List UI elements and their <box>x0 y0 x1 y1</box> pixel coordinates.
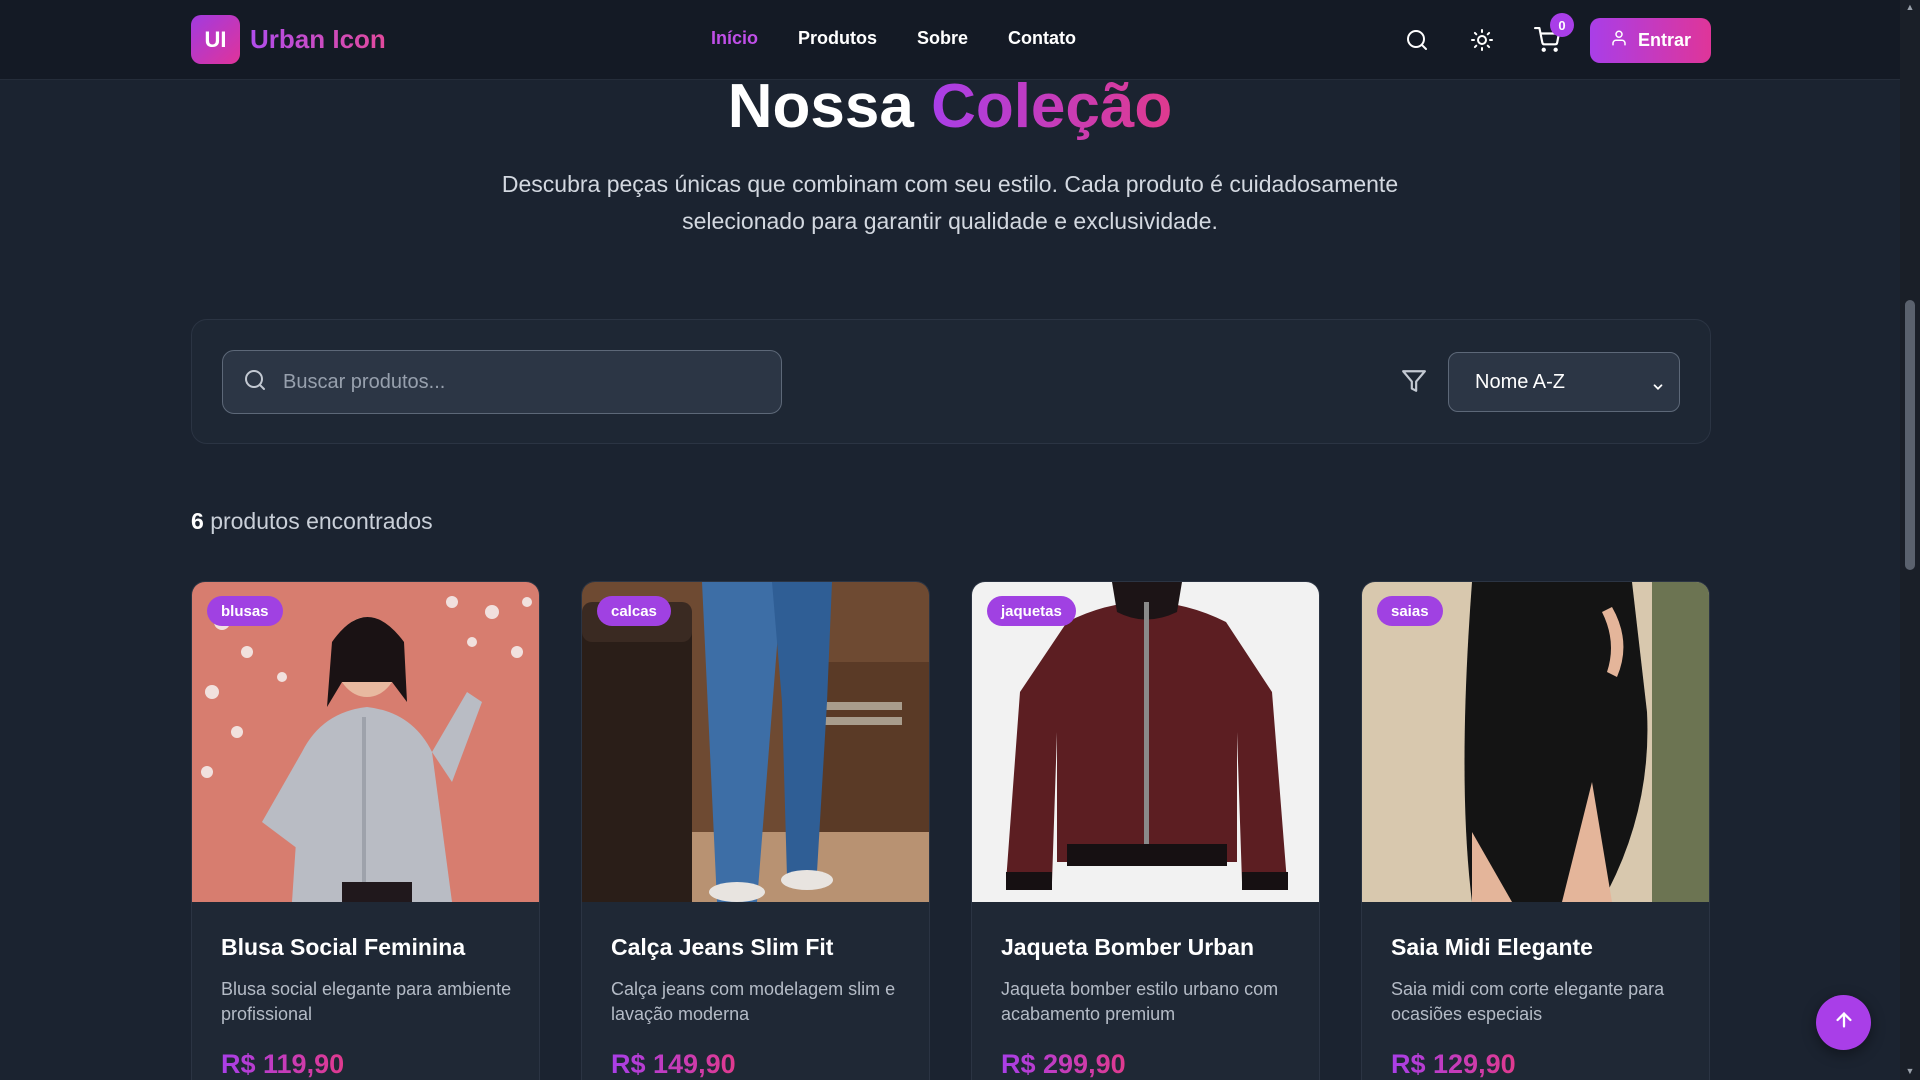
product-name: Saia Midi Elegante <box>1391 934 1593 960</box>
product-price: R$ 119,90 <box>221 1049 345 1079</box>
title-main: Nossa <box>727 72 914 141</box>
search-input[interactable] <box>283 370 763 394</box>
product-description: Saia midi com corte elegante para ocasiõ… <box>1391 979 1665 1024</box>
product-price: R$ 149,90 <box>611 1049 736 1079</box>
product-card[interactable]: calcas Calça Jeans Slim Fit Calça jeans … <box>581 581 930 1080</box>
scroll-top-button[interactable] <box>1816 995 1871 1050</box>
product-price: R$ 129,90 <box>1391 1049 1516 1079</box>
product-description: Jaqueta bomber estilo urbano com acabame… <box>1001 979 1279 1024</box>
product-image <box>1362 582 1709 902</box>
header: UI Urban Icon Início Produtos Sobre Cont… <box>0 0 1900 80</box>
scroll-down-arrow[interactable]: ▼ <box>1905 1066 1915 1076</box>
product-card[interactable]: jaquetas Jaqueta Bomber Urban Jaqueta bo… <box>971 581 1320 1080</box>
product-name: Calça Jeans Slim Fit <box>611 934 834 960</box>
search-field-icon <box>243 368 267 397</box>
product-card[interactable]: saias Saia Midi Elegante Saia midi com c… <box>1361 581 1710 1080</box>
cart-count-badge: 0 <box>1550 13 1574 37</box>
search-box[interactable] <box>222 350 782 414</box>
nav-link-inicio[interactable]: Início <box>711 28 758 49</box>
sort-select[interactable]: Nome A-Z <box>1448 352 1680 412</box>
logo-text: Urban Icon <box>250 24 386 54</box>
login-button[interactable]: Entrar <box>1590 18 1711 63</box>
results-count-number: 6 <box>191 508 204 534</box>
page-title: Nossa Coleção <box>0 72 1900 142</box>
category-badge: jaquetas <box>987 596 1076 626</box>
filter-icon[interactable] <box>1401 368 1427 399</box>
user-icon <box>1610 29 1628 52</box>
category-badge: blusas <box>207 596 283 626</box>
sun-icon[interactable] <box>1468 26 1496 54</box>
login-label: Entrar <box>1637 30 1691 50</box>
filter-panel: Nome A-Z <box>191 319 1711 444</box>
category-badge: saias <box>1377 596 1443 626</box>
chevron-down-icon <box>1651 377 1665 400</box>
product-name: Blusa Social Feminina <box>221 934 466 960</box>
nav-link-sobre[interactable]: Sobre <box>917 28 968 49</box>
sort-selected-value: Nome A-Z <box>1475 370 1566 393</box>
nav-link-contato[interactable]: Contato <box>1008 28 1076 49</box>
product-image <box>972 582 1319 902</box>
logo-badge: UI <box>191 15 240 64</box>
search-icon[interactable] <box>1403 26 1431 54</box>
page-scrollbar[interactable]: ▲ ▼ <box>1900 0 1920 1080</box>
arrow-up-icon <box>1833 1009 1855 1036</box>
product-name: Jaqueta Bomber Urban <box>1001 934 1255 960</box>
main-nav: Início Produtos Sobre Contato <box>711 28 1076 49</box>
page-subtitle: Descubra peças únicas que combinam com s… <box>501 171 1399 234</box>
product-image <box>582 582 929 902</box>
scroll-up-arrow[interactable]: ▲ <box>1905 2 1915 12</box>
product-card[interactable]: blusas Blusa Social Feminina Blusa socia… <box>191 581 540 1080</box>
results-count-label: produtos encontrados <box>210 508 433 534</box>
logo[interactable]: UI Urban Icon <box>191 15 386 64</box>
product-description: Calça jeans com modelagem slim e lavação… <box>611 979 896 1024</box>
product-description: Blusa social elegante para ambiente prof… <box>221 979 512 1024</box>
category-badge: calcas <box>597 596 671 626</box>
product-image <box>192 582 539 902</box>
results-count: 6 produtos encontrados <box>191 508 433 535</box>
title-accent: Coleção <box>931 72 1173 141</box>
product-price: R$ 299,90 <box>1001 1049 1126 1079</box>
scrollbar-thumb[interactable] <box>1905 300 1915 570</box>
nav-link-produtos[interactable]: Produtos <box>798 28 877 49</box>
